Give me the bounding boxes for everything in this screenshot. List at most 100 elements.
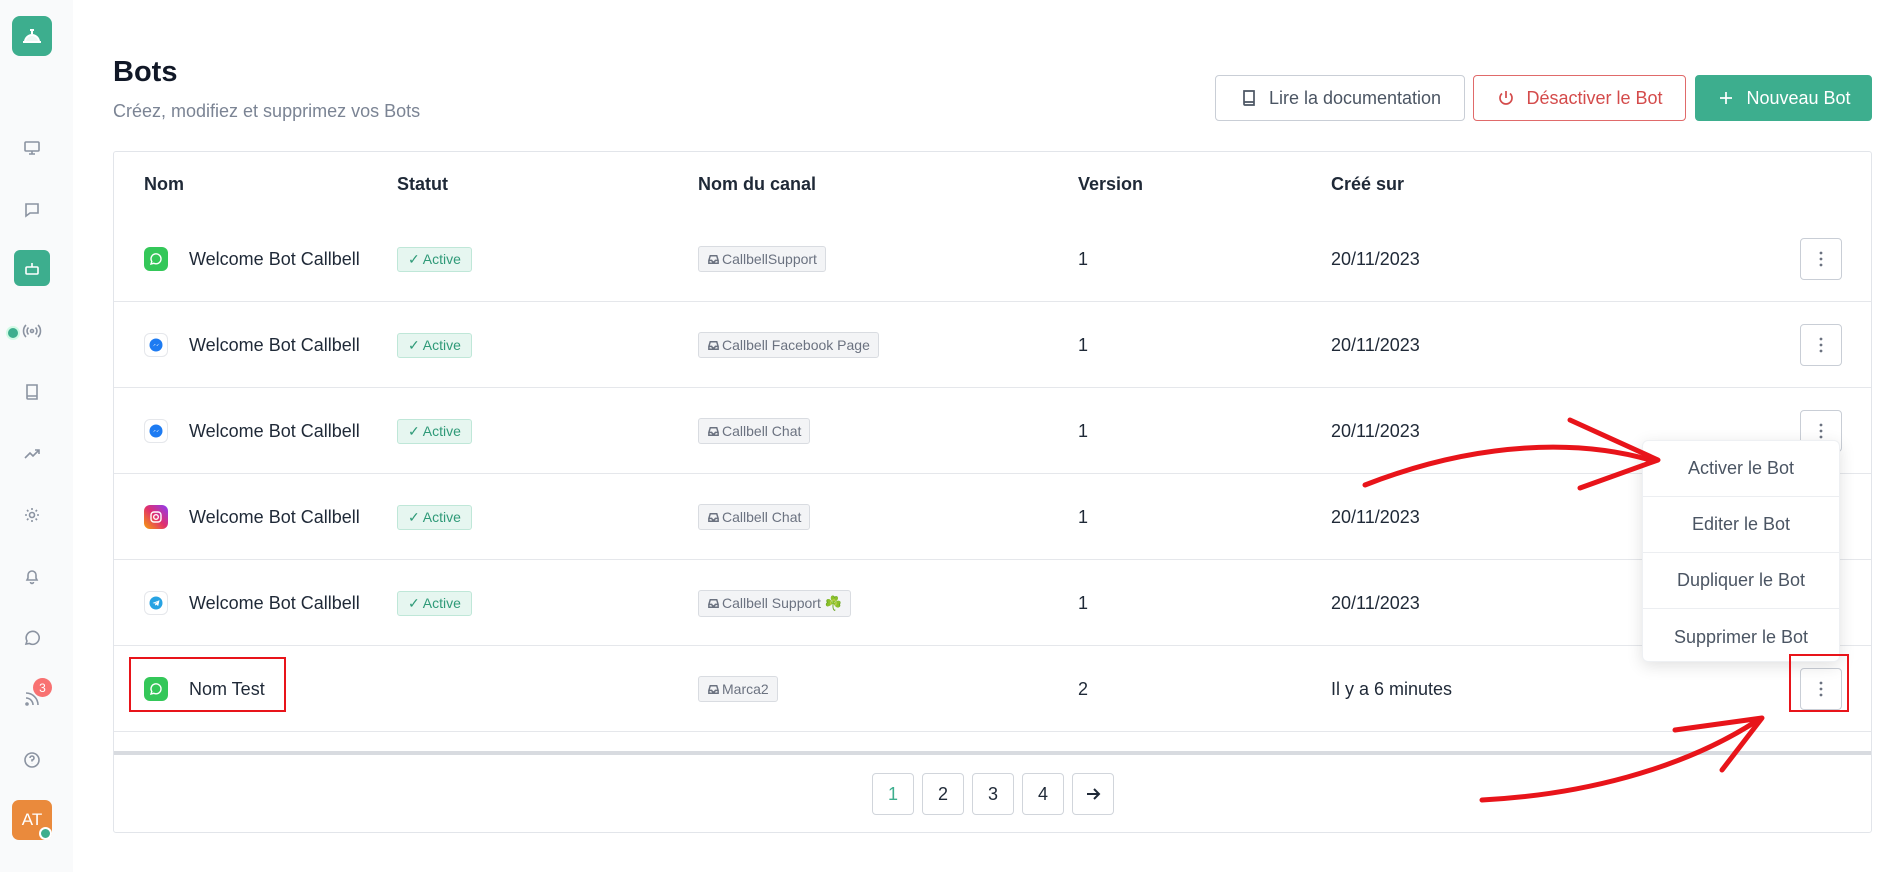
power-icon [1499,91,1514,105]
inbox-icon [708,340,719,350]
read-documentation-label: Lire la documentation [1268,87,1442,108]
column-header-name[interactable]: Nom [144,174,184,195]
table-scroll-divider [114,751,1871,755]
monitor-icon[interactable] [14,130,50,166]
edit-bot-menu-item[interactable]: Editer le Bot [1643,497,1839,553]
channel-badge: Callbell Facebook Page [698,332,879,358]
row-actions-button[interactable] [1800,238,1842,280]
new-bot-label: Nouveau Bot [1746,87,1851,108]
more-vertical-icon [1819,423,1823,439]
deactivate-bot-button[interactable]: Désactiver le Bot [1473,75,1686,121]
read-documentation-button[interactable]: Lire la documentation [1215,75,1465,121]
bots-table: Nom Statut Nom du canal Version Créé sur… [113,151,1872,833]
whatsapp-icon[interactable] [14,620,50,656]
channel-name: Marca2 [722,681,769,697]
page-title: Bots [113,56,178,88]
bot-name: Welcome Bot Callbell [189,420,360,441]
page-4-button[interactable]: 4 [1022,773,1064,815]
channel-name: CallbellSupport [722,251,817,267]
instagram-channel-icon [144,505,168,529]
table-row[interactable]: Welcome Bot Callbell ✓ Active Callbell Ch… [114,388,1871,474]
annotation-highlight-actions [1789,654,1849,712]
sidebar: 3 AT [0,0,73,872]
annotation-highlight-name [129,657,286,712]
inbox-icon [708,512,719,522]
bell-icon[interactable] [14,558,50,594]
column-header-channel[interactable]: Nom du canal [698,174,816,195]
bot-version: 1 [1078,592,1089,613]
row-actions-menu: Activer le Bot Editer le Bot Dupliquer l… [1642,440,1840,662]
table-row[interactable]: Welcome Bot Callbell ✓ Active Callbell Ch… [114,474,1871,560]
status-text: Active [422,423,461,439]
bot-name: Welcome Bot Callbell [189,592,360,613]
bot-created-date: 20/11/2023 [1331,506,1420,527]
bot-version: 2 [1078,678,1089,699]
bot-created-date: 20/11/2023 [1331,592,1420,613]
chat-icon[interactable] [14,192,50,228]
bot-name: Welcome Bot Callbell [189,248,360,269]
bot-version: 1 [1078,506,1089,527]
status-text: Active [422,509,461,525]
inbox-icon [708,254,719,264]
bot-created-date: 20/11/2023 [1331,334,1420,355]
status-text: Active [422,595,461,611]
next-page-button[interactable] [1072,773,1114,815]
bot-version: 1 [1078,248,1089,269]
status-text: Active [422,337,461,353]
table-row[interactable]: Welcome Bot Callbell ✓ Active Callbell Su… [114,560,1871,646]
messenger-channel-icon [144,419,168,443]
messenger-channel-icon [144,333,168,357]
status-badge: ✓ Active [397,418,472,444]
table-row[interactable]: Welcome Bot Callbell ✓ Active CallbellSup… [114,216,1871,302]
channel-badge: Callbell Support ☘️ [698,589,852,617]
page-1-button[interactable]: 1 [872,773,914,815]
table-row[interactable]: Nom Test Marca2 2 Il y a 6 minutes [114,646,1871,732]
inbox-icon [708,598,719,608]
column-header-created[interactable]: Créé sur [1331,174,1404,195]
channel-name: Callbell Support ☘️ [722,594,843,611]
bot-version: 1 [1078,420,1089,441]
channel-badge: Callbell Chat [698,418,811,444]
gear-icon[interactable] [14,497,50,533]
channel-badge: Callbell Chat [698,504,811,530]
new-bot-button[interactable]: Nouveau Bot [1695,75,1872,121]
status-badge: ✓ Active [397,332,472,358]
arrow-right-icon [1087,788,1101,800]
status-text: Active [422,251,461,267]
trending-icon[interactable] [14,436,50,472]
inbox-icon [708,426,719,436]
book-icon[interactable] [14,374,50,410]
table-row[interactable]: Welcome Bot Callbell ✓ Active Callbell Fa… [114,302,1871,388]
broadcast-icon[interactable] [14,313,50,349]
status-badge: ✓ Active [397,590,472,616]
column-header-status[interactable]: Statut [397,174,448,195]
page-3-button[interactable]: 3 [972,773,1014,815]
duplicate-bot-menu-item[interactable]: Dupliquer le Bot [1643,553,1839,609]
bot-name: Welcome Bot Callbell [189,506,360,527]
bot-name: Welcome Bot Callbell [189,334,360,355]
channel-badge: CallbellSupport [698,246,826,272]
more-vertical-icon [1819,337,1823,353]
table-header: Nom Statut Nom du canal Version Créé sur [114,152,1871,216]
help-icon[interactable] [14,742,50,778]
bell-logo-icon[interactable] [12,16,52,56]
page-subtitle: Créez, modifiez et supprimez vos Bots [113,101,421,121]
channel-name: Callbell Chat [722,509,802,525]
notification-badge: 3 [33,678,52,697]
book-icon [1243,90,1255,106]
page-2-button[interactable]: 2 [922,773,964,815]
plus-icon [1720,92,1733,104]
deactivate-bot-label: Désactiver le Bot [1526,87,1663,108]
bot-icon[interactable] [14,250,50,286]
column-header-version[interactable]: Version [1078,174,1143,195]
activate-bot-menu-item[interactable]: Activer le Bot [1643,441,1839,497]
bot-created-date: 20/11/2023 [1331,248,1420,269]
bot-created-date: Il y a 6 minutes [1331,678,1453,699]
row-actions-button[interactable] [1800,324,1842,366]
more-vertical-icon [1819,251,1823,267]
telegram-channel-icon [144,591,168,615]
bot-version: 1 [1078,334,1089,355]
channel-badge: Marca2 [698,676,778,702]
status-badge: ✓ Active [397,504,472,530]
whatsapp-channel-icon [144,247,168,271]
